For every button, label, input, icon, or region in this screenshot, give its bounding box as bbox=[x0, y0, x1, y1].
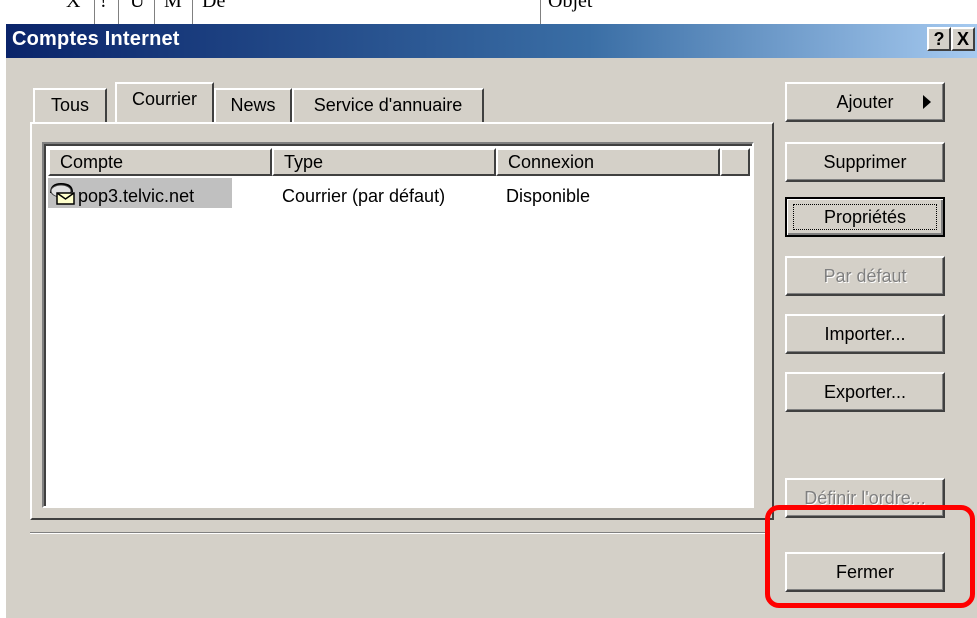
title-bar[interactable]: Comptes Internet ? X bbox=[6, 24, 977, 58]
bg-column-priority: ! bbox=[100, 0, 107, 12]
tab-service-annuaire[interactable]: Service d'annuaire bbox=[292, 88, 484, 122]
accounts-list[interactable]: Compte Type Connexion pop3.telvic.net Co… bbox=[42, 142, 754, 508]
bg-column-mark: M bbox=[164, 0, 182, 12]
background-window-header: X ! U M De Objet bbox=[6, 0, 977, 24]
row-account-connection: Disponible bbox=[506, 186, 591, 206]
bg-separator bbox=[154, 0, 155, 24]
focus-ring bbox=[793, 204, 937, 230]
add-button[interactable]: Ajouter bbox=[785, 82, 945, 122]
row-account-name: pop3.telvic.net bbox=[78, 186, 195, 206]
column-header-type[interactable]: Type bbox=[272, 148, 496, 176]
arrow-right-icon bbox=[923, 95, 931, 109]
column-header-filler bbox=[720, 148, 750, 176]
bg-column-attach: U bbox=[130, 0, 145, 12]
tab-news[interactable]: News bbox=[214, 88, 292, 122]
bg-column-flag: X bbox=[66, 0, 81, 12]
dialog-window: X ! U M De Objet Comptes Internet ? X To… bbox=[6, 0, 977, 618]
annotation-highlight bbox=[765, 505, 975, 608]
divider bbox=[30, 533, 766, 534]
bg-column-from: De bbox=[202, 0, 226, 12]
tab-tous[interactable]: Tous bbox=[33, 88, 107, 122]
export-button[interactable]: Exporter... bbox=[785, 372, 945, 412]
column-header-connexion[interactable]: Connexion bbox=[496, 148, 720, 176]
set-default-button[interactable]: Par défaut bbox=[785, 256, 945, 296]
tab-courrier[interactable]: Courrier bbox=[115, 82, 214, 122]
tab-panel-courrier: Compte Type Connexion pop3.telvic.net Co… bbox=[30, 122, 774, 520]
row-account-type: Courrier (par défaut) bbox=[282, 186, 446, 206]
properties-button[interactable]: Propriétés bbox=[785, 197, 945, 237]
help-button[interactable]: ? bbox=[927, 27, 951, 51]
bg-separator bbox=[118, 0, 119, 24]
add-button-label: Ajouter bbox=[836, 92, 894, 112]
bg-column-subject: Objet bbox=[548, 0, 593, 12]
bg-separator bbox=[540, 0, 541, 24]
bg-separator bbox=[94, 0, 95, 24]
bg-separator bbox=[192, 0, 193, 24]
close-window-button[interactable]: X bbox=[951, 27, 975, 51]
window-title: Comptes Internet bbox=[12, 28, 180, 50]
import-button[interactable]: Importer... bbox=[785, 314, 945, 354]
remove-button[interactable]: Supprimer bbox=[785, 142, 945, 182]
column-header-compte[interactable]: Compte bbox=[48, 148, 272, 176]
mail-account-icon bbox=[48, 180, 76, 206]
